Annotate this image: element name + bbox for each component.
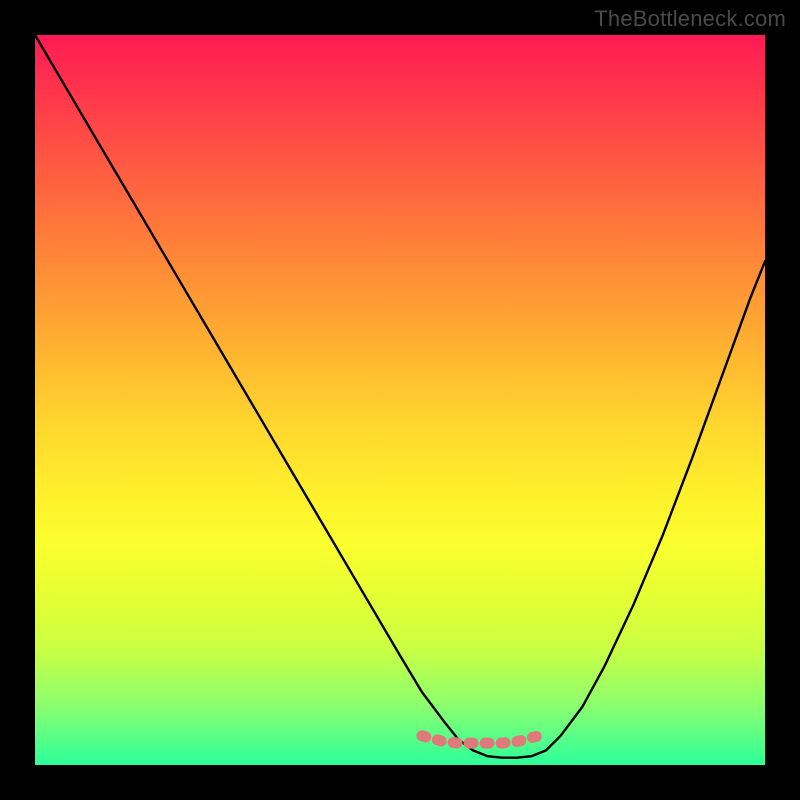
marker-band: [422, 736, 539, 743]
chart-svg: [35, 35, 765, 765]
watermark-text: TheBottleneck.com: [594, 6, 786, 32]
figure-frame: TheBottleneck.com: [0, 0, 800, 800]
plot-area: [35, 35, 765, 765]
data-curve: [35, 35, 765, 758]
